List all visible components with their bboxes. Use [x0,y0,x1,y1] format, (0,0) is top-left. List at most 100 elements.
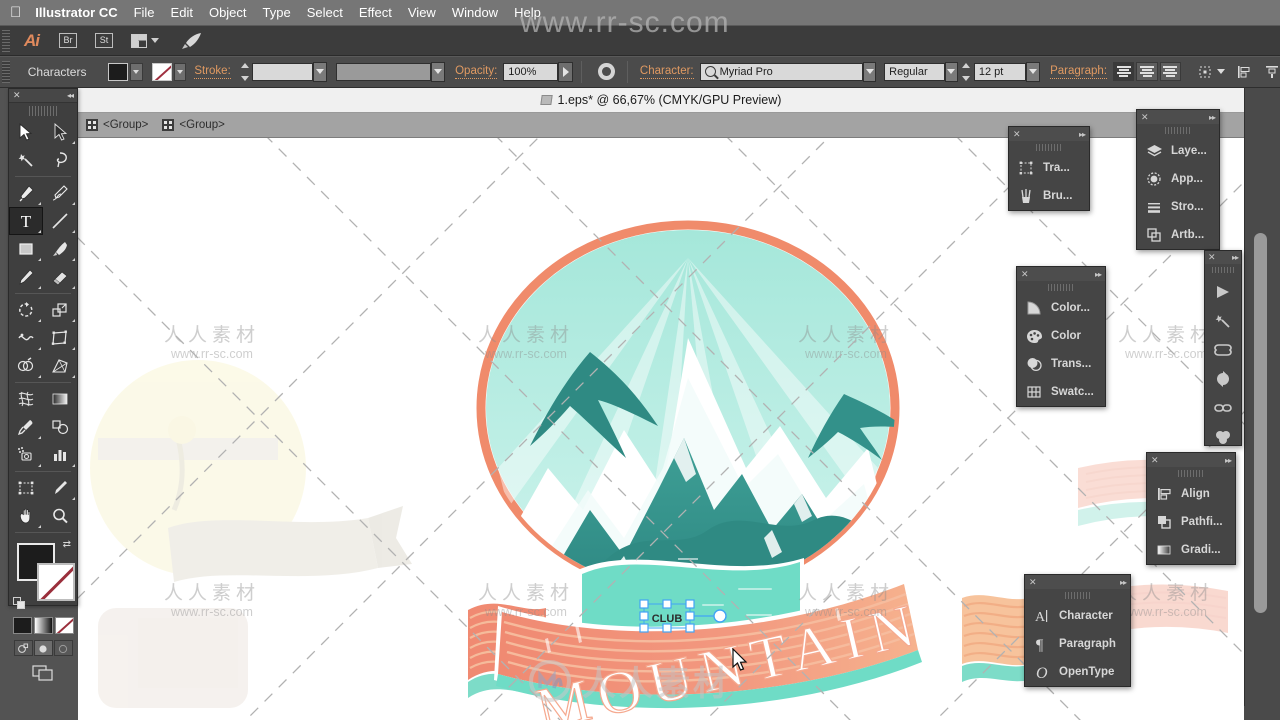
panel-item-brushes[interactable]: Bru... [1009,182,1089,210]
transform-button[interactable] [1197,64,1225,80]
menu-file[interactable]: File [134,5,155,20]
fill-color-swatch[interactable] [108,62,128,81]
close-icon[interactable]: ✕ [13,91,21,100]
panel-item-swatches[interactable]: Swatc... [1017,378,1105,406]
expand-icon[interactable]: ▸▸ [1209,113,1216,122]
paintbrush-tool[interactable] [43,235,77,263]
default-fill-stroke-icon[interactable] [13,597,25,609]
collapsed-panel-dock[interactable]: ✕ ▸▸ [1204,250,1242,446]
mesh-tool[interactable] [9,385,43,413]
stroke-weight-stepper[interactable] [240,62,251,81]
panel-header[interactable]: ✕ ▸▸ [1147,453,1235,467]
pencil-tool[interactable] [9,263,43,291]
distribute-objects-button[interactable] [1264,64,1280,80]
scale-tool[interactable] [43,296,77,324]
opacity-field[interactable]: 100% [503,62,558,81]
stroke-weight-dropdown[interactable] [312,61,327,82]
character-paragraph-panel[interactable]: ✕ ▸▸ A Character ¶ Paragraph O OpenType [1024,574,1131,687]
curvature-tool[interactable] [43,179,77,207]
stroke-profile-field[interactable] [336,62,432,81]
bridge-button[interactable]: Br [59,33,77,48]
align-center-button[interactable] [1136,62,1158,81]
panel-item-layers[interactable]: Laye... [1137,137,1219,165]
transform-brushes-panel[interactable]: ✕ ▸▸ Tra... Bru... [1008,126,1090,211]
none-mode-button[interactable] [54,617,74,634]
align-right-button[interactable] [1159,62,1182,81]
rotate-tool[interactable] [9,296,43,324]
expand-icon[interactable]: ▸▸ [1232,253,1239,262]
menu-object[interactable]: Object [209,5,247,20]
panel-item-opentype[interactable]: O OpenType [1025,658,1130,686]
panel-item-stroke[interactable]: Stro... [1137,193,1219,221]
eraser-tool[interactable] [43,263,77,291]
panel-header[interactable]: ✕ ▸▸ [1137,110,1219,124]
layers-appearance-panel[interactable]: ✕ ▸▸ Laye... App... Stro... Artb... [1136,109,1220,250]
panel-item-color[interactable]: Color [1017,322,1105,350]
panel-header[interactable]: ✕ ▸▸ [1009,127,1089,141]
opacity-options-button[interactable] [557,61,574,82]
rocket-icon[interactable] [181,32,203,50]
pathfinder-icon[interactable] [1205,422,1241,451]
breadcrumb-item-group-2[interactable]: <Group> [162,119,225,131]
hand-tool[interactable] [9,502,43,530]
panel-item-align[interactable]: Align [1147,480,1235,508]
font-size-stepper[interactable] [962,62,972,81]
color-mode-buttons[interactable] [9,617,77,634]
menu-edit[interactable]: Edit [171,5,193,20]
direct-selection-tool[interactable] [43,118,77,146]
font-family-dropdown[interactable] [862,61,877,82]
selected-text-object[interactable]: CLUB [636,596,766,671]
menu-type[interactable]: Type [263,5,291,20]
lasso-tool[interactable] [43,146,77,174]
tools-panel[interactable]: ✕ ◂◂ T ⇄ [8,88,78,681]
column-graph-tool[interactable] [43,441,77,469]
close-icon[interactable]: ✕ [1021,269,1029,279]
menu-effect[interactable]: Effect [359,5,392,20]
dock-grip[interactable] [1212,267,1234,273]
panel-grip[interactable] [1178,470,1204,477]
rectangle-tool[interactable] [9,235,43,263]
menu-select[interactable]: Select [307,5,343,20]
close-icon[interactable]: ✕ [1029,577,1037,587]
selection-tool[interactable] [9,118,43,146]
tools-grid[interactable]: T [9,118,77,535]
perspective-grid-tool[interactable] [43,352,77,380]
breadcrumb-item-group-1[interactable]: <Group> [86,119,148,131]
eyedropper-tool[interactable] [9,413,43,441]
color-swatches-panel[interactable]: ✕ ▸▸ Color... Color Trans... Swatc... [1016,266,1106,407]
panel-grip[interactable] [1064,592,1091,599]
panel-item-character[interactable]: A Character [1025,602,1130,630]
artboard-tool[interactable] [9,474,43,502]
zoom-tool[interactable] [43,502,77,530]
color-mode-button[interactable] [12,617,32,634]
menu-window[interactable]: Window [452,5,498,20]
draw-normal-button[interactable] [13,640,33,656]
links-panel-icon[interactable] [1205,393,1241,422]
panel-grip[interactable] [1165,127,1191,134]
recolor-artwork-icon[interactable] [598,63,615,80]
drawing-mode-buttons[interactable] [9,640,77,656]
stroke-dropdown[interactable] [173,62,187,81]
blend-tool[interactable] [43,413,77,441]
stroke-weight-field[interactable] [252,62,313,81]
expand-icon[interactable]: ▸▸ [1120,578,1127,587]
collapse-icon[interactable]: ◂◂ [67,91,74,100]
expand-icon[interactable]: ▸▸ [1225,456,1232,465]
arrange-documents-button[interactable] [131,33,159,48]
symbol-sprayer-tool[interactable] [9,441,43,469]
expand-icon[interactable]: ▸▸ [1079,130,1086,139]
align-objects-button[interactable] [1236,64,1252,80]
panel-item-appearance[interactable]: App... [1137,165,1219,193]
width-tool[interactable] [9,324,43,352]
expand-icon[interactable]: ▸▸ [1095,270,1102,279]
gradient-mode-button[interactable] [33,617,53,634]
panel-item-transform[interactable]: Tra... [1009,154,1089,182]
fill-dropdown[interactable] [129,62,143,81]
draw-behind-button[interactable] [33,640,53,656]
menu-view[interactable]: View [408,5,436,20]
font-style-field[interactable]: Regular [884,62,945,81]
tools-panel-grip[interactable] [29,106,57,116]
document-tab[interactable]: 1.eps* @ 66,67% (CMYK/GPU Preview) [78,88,1244,113]
panel-item-artboards[interactable]: Artb... [1137,221,1219,249]
swap-fill-stroke-icon[interactable]: ⇄ [63,539,71,550]
